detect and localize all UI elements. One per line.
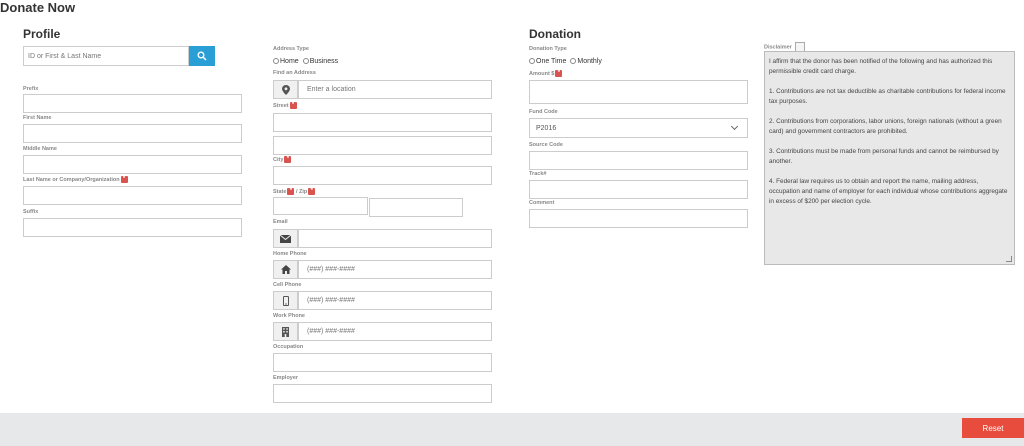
building-icon [282,326,289,337]
page-title: Donate Now [0,0,76,15]
profile-heading: Profile [23,27,61,41]
required-marker: * [120,176,128,183]
occupation-label: Occupation [273,344,304,350]
city-field[interactable] [273,166,492,185]
city-label: City * [273,156,292,163]
find-address-input[interactable]: Enter a location [298,80,492,99]
fund-code-select[interactable]: P2016 [529,118,748,138]
disclaimer-item-2: 2. Contributions from corporations, labo… [769,118,1002,135]
radio-icon [570,58,577,65]
disclaimer-intro: I affirm that the donor has been notifie… [769,58,993,75]
work-phone-addon [273,322,298,341]
search-icon [197,51,207,61]
home-phone-addon [273,260,298,279]
last-name-label: Last Name or Company/Organization * [23,176,128,183]
home-icon [280,265,291,274]
find-address-label: Find an Address [273,70,316,76]
chevron-down-icon [730,122,739,131]
reset-button[interactable]: Reset [962,418,1024,438]
required-marker: * [308,188,316,195]
donation-type-one-time[interactable]: One Time [529,58,566,65]
suffix-field[interactable] [23,218,242,237]
prefix-label: Prefix [23,86,39,92]
cell-phone-addon [273,291,298,310]
envelope-icon [280,234,291,243]
comment-label: Comment [529,200,555,206]
map-pin-icon [281,84,290,95]
required-marker: * [289,102,297,109]
radio-icon [529,58,535,65]
home-phone-label: Home Phone [273,251,307,257]
address-type-business[interactable]: Business [302,58,338,65]
address-type-group: Home Business [273,58,338,65]
email-addon [273,229,298,248]
occupation-field[interactable] [273,353,492,372]
required-marker: * [555,70,563,77]
home-phone-field[interactable]: (###) ###-#### [298,260,492,279]
donor-search-input[interactable]: ID or First & Last Name [23,46,189,66]
resize-handle-icon[interactable] [1006,256,1012,262]
disclaimer-textarea[interactable]: I affirm that the donor has been notifie… [764,51,1015,265]
employer-field[interactable] [273,384,492,403]
required-marker: * [284,156,292,163]
state-field[interactable] [273,197,368,215]
zip-field[interactable] [369,198,463,217]
amount-field[interactable] [529,80,748,104]
work-phone-label: Work Phone [273,313,305,319]
cell-phone-label: Cell Phone [273,282,302,288]
street-label: Street * [273,102,297,109]
track-label: Track# [529,171,547,177]
last-name-field[interactable] [23,186,242,205]
amount-label: Amount $ * [529,70,563,77]
disclaimer-item-3: 3. Contributions must be made from perso… [769,148,999,165]
prefix-field[interactable] [23,94,242,113]
donation-heading: Donation [529,27,581,41]
donor-search-placeholder: ID or First & Last Name [28,52,102,60]
email-label: Email [273,219,288,225]
find-address-placeholder: Enter a location [307,86,356,93]
fund-code-label: Fund Code [529,109,558,115]
cell-phone-placeholder: (###) ###-#### [307,297,355,304]
work-phone-placeholder: (###) ###-#### [307,328,355,335]
source-code-field[interactable] [529,151,748,170]
suffix-label: Suffix [23,209,39,215]
search-button[interactable] [189,46,215,66]
first-name-label: First Name [23,115,52,121]
middle-name-field[interactable] [23,155,242,174]
address-type-home[interactable]: Home [273,58,299,65]
required-marker: * [287,188,295,195]
mobile-icon [282,295,289,306]
state-zip-label: State * / Zip * [273,188,316,195]
employer-label: Employer [273,375,299,381]
email-field[interactable] [298,229,492,248]
work-phone-field[interactable]: (###) ###-#### [298,322,492,341]
fund-code-value: P2016 [536,124,557,132]
first-name-field[interactable] [23,124,242,143]
disclaimer-item-1: 1. Contributions are not tax deductible … [769,88,1006,105]
radio-icon [302,58,309,65]
source-code-label: Source Code [529,142,563,148]
middle-name-label: Middle Name [23,146,57,152]
footer-bar [0,413,1024,446]
comment-field[interactable] [529,209,748,228]
donation-type-monthly[interactable]: Monthly [570,58,602,65]
location-addon [273,80,298,99]
home-phone-placeholder: (###) ###-#### [307,266,355,273]
street-line1-field[interactable] [273,113,492,132]
cell-phone-field[interactable]: (###) ###-#### [298,291,492,310]
disclaimer-item-4: 4. Federal law requires us to obtain and… [769,178,1008,205]
donation-type-label: Donation Type [529,46,567,52]
street-line2-field[interactable] [273,136,492,155]
radio-icon [273,58,279,65]
track-field[interactable] [529,180,748,199]
donation-type-group: One Time Monthly [529,58,602,65]
address-type-label: Address Type [273,46,309,52]
